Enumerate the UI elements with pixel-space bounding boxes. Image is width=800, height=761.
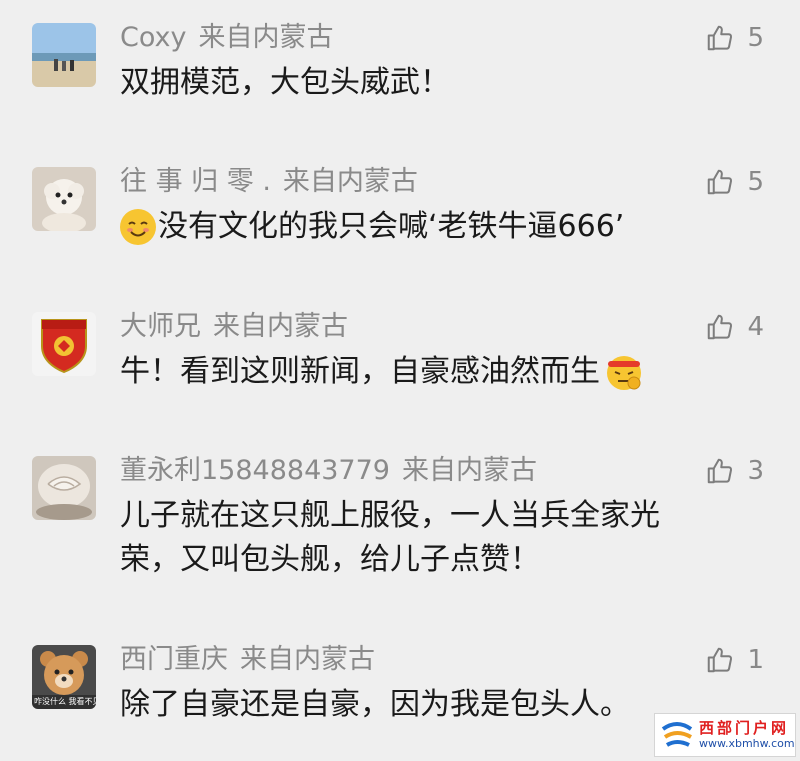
comment-item: 往 事 归 零 . 来自内蒙古 5 没有文化的我只会喊‘老铁牛逼666’	[0, 162, 800, 262]
avatar[interactable]: 咋没什么 我看不见	[32, 645, 96, 709]
username[interactable]: 董永利15848843779	[120, 455, 390, 486]
username[interactable]: 西门重庆	[120, 644, 228, 675]
thumbs-up-icon[interactable]	[705, 23, 735, 53]
avatar[interactable]	[32, 456, 96, 520]
like-button[interactable]: 1	[705, 642, 764, 678]
comment-item: 大师兄 来自内蒙古 4 牛！看到这则新闻，自豪感油然而生	[0, 307, 800, 407]
watermark-text: 西部门户网 www.xbmhw.com	[699, 719, 795, 751]
like-count: 5	[747, 23, 764, 53]
thumbs-up-icon[interactable]	[705, 645, 735, 675]
headband-salute-emoji	[604, 352, 644, 392]
comment-header: 西门重庆 来自内蒙古	[120, 640, 375, 680]
location: 来自内蒙古	[401, 455, 537, 486]
comment-header: 往 事 归 零 . 来自内蒙古	[120, 162, 418, 202]
avatar[interactable]	[32, 23, 96, 87]
thumbs-up-icon[interactable]	[705, 312, 735, 342]
avatar-caption: 咋没什么 我看不见	[34, 697, 96, 706]
like-count: 4	[747, 312, 764, 342]
avatar[interactable]	[32, 167, 96, 231]
comment-text: 没有文化的我只会喊‘老铁牛逼666’	[158, 209, 625, 244]
comment-body: 牛！看到这则新闻，自豪感油然而生	[120, 349, 740, 395]
like-count: 1	[747, 645, 764, 675]
thumbs-up-icon[interactable]	[705, 456, 735, 486]
comment-item: 董永利15848843779 来自内蒙古 3 儿子就在这只舰上服役，一人当兵全家光…	[0, 451, 800, 591]
comment-header: Coxy 来自内蒙古	[120, 18, 334, 58]
like-button[interactable]: 3	[705, 453, 764, 489]
like-button[interactable]: 5	[705, 164, 764, 200]
comment-text-line-2: 荣，又叫包头舰，给儿子点赞！	[120, 542, 540, 577]
location: 来自内蒙古	[213, 311, 348, 342]
comment-text-line-1: 儿子就在这只舰上服役，一人当兵全家光	[120, 498, 660, 533]
comment-body: 没有文化的我只会喊‘老铁牛逼666’	[120, 204, 740, 250]
location: 来自内蒙古	[198, 22, 334, 53]
location: 来自内蒙古	[240, 644, 375, 675]
like-count: 5	[747, 167, 764, 197]
username[interactable]: Coxy	[120, 22, 187, 53]
watermark-url: www.xbmhw.com	[699, 737, 795, 750]
site-watermark: 西部门户网 www.xbmhw.com	[654, 713, 796, 757]
comment-text: 牛！看到这则新闻，自豪感油然而生	[120, 354, 600, 389]
location: 来自内蒙古	[282, 166, 418, 197]
comment-text: 双拥模范，大包头威武！	[120, 65, 450, 100]
avatar[interactable]	[32, 312, 96, 376]
username[interactable]: 往 事 归 零 .	[120, 166, 271, 197]
comment-text: 除了自豪还是自豪，因为我是包头人。	[120, 687, 630, 722]
like-button[interactable]: 4	[705, 309, 764, 345]
comment-item: Coxy 来自内蒙古 5 双拥模范，大包头威武！	[0, 18, 800, 118]
watermark-title: 西部门户网	[699, 719, 790, 737]
comment-header: 董永利15848843779 来自内蒙古	[120, 451, 537, 491]
like-button[interactable]: 5	[705, 20, 764, 56]
like-count: 3	[747, 456, 764, 486]
username[interactable]: 大师兄	[120, 311, 201, 342]
blushing-smile-emoji	[120, 209, 156, 245]
site-logo-icon	[659, 717, 695, 753]
thumbs-up-icon[interactable]	[705, 167, 735, 197]
comment-header: 大师兄 来自内蒙古	[120, 307, 348, 347]
